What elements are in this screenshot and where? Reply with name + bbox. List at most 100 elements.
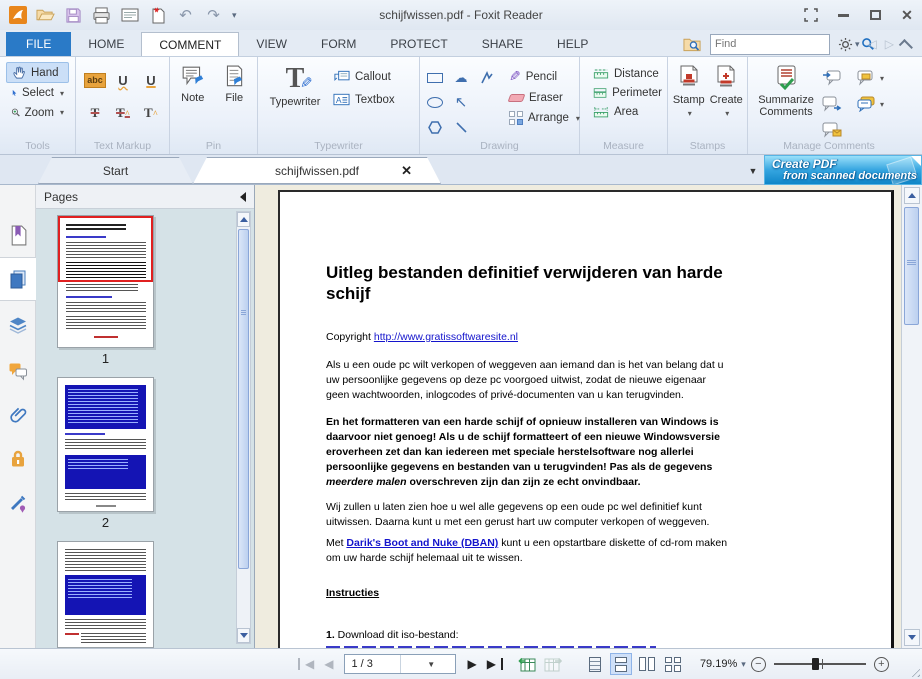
close-tab-icon[interactable]: ✕ xyxy=(401,163,412,179)
bookmarks-panel-icon[interactable] xyxy=(0,213,36,257)
first-page-button[interactable]: ◀ xyxy=(298,658,319,670)
current-view-indicator[interactable] xyxy=(58,216,153,282)
pages-panel-scrollbar[interactable] xyxy=(236,211,251,644)
callout-button[interactable]: Callout xyxy=(330,69,398,85)
cloud-shape-icon[interactable]: ☁ xyxy=(455,71,468,84)
zoom-dropdown-icon[interactable]: ▾ xyxy=(741,659,746,670)
doc-scrollbar-thumb[interactable] xyxy=(904,207,919,325)
tab-list-dropdown-icon[interactable]: ▼ xyxy=(744,163,762,179)
attachments-panel-icon[interactable] xyxy=(0,393,36,437)
distance-button[interactable]: Distance xyxy=(590,67,665,81)
highlight-text-icon[interactable]: abc xyxy=(84,73,106,88)
page-thumbnail-1[interactable] xyxy=(57,215,154,348)
find-previous-icon[interactable]: ◁ xyxy=(868,37,877,51)
panel-scroll-up-icon[interactable] xyxy=(237,212,250,227)
tab-help[interactable]: HELP xyxy=(540,32,605,56)
page-thumbnail-2[interactable] xyxy=(57,377,154,512)
redo-icon[interactable]: ↷ xyxy=(204,6,223,25)
oval-shape-icon[interactable] xyxy=(427,97,443,108)
export-comments-icon[interactable] xyxy=(822,96,842,112)
document-scrollbar[interactable] xyxy=(901,185,922,648)
tab-view[interactable]: VIEW xyxy=(239,32,304,56)
page-thumbnail-3[interactable] xyxy=(57,541,154,648)
single-page-view-button[interactable] xyxy=(584,653,606,675)
document-view[interactable]: Uitleg bestanden definitief verwijderen … xyxy=(254,185,922,648)
continuous-facing-view-button[interactable] xyxy=(662,653,684,675)
comments-panel-icon[interactable] xyxy=(0,349,36,393)
eraser-button[interactable]: Eraser xyxy=(506,91,583,105)
hand-tool-button[interactable]: Hand xyxy=(6,62,69,83)
new-document-icon[interactable] xyxy=(148,6,167,25)
stamp-button[interactable]: Stamp▾ xyxy=(670,61,708,138)
open-file-icon[interactable] xyxy=(36,6,55,25)
maximize-button[interactable] xyxy=(866,7,884,23)
arrow-shape-icon[interactable]: ↖ xyxy=(455,95,468,110)
polygon-shape-icon[interactable] xyxy=(428,121,442,134)
polyline-shape-icon[interactable] xyxy=(480,71,494,85)
create-pdf-banner[interactable]: Create PDF from scanned documents xyxy=(764,155,922,185)
tab-form[interactable]: FORM xyxy=(304,32,373,56)
import-comments-icon[interactable] xyxy=(822,70,842,86)
email-icon[interactable] xyxy=(120,6,139,25)
qat-customize-dropdown-icon[interactable]: ▾ xyxy=(232,10,237,21)
zoom-slider-handle[interactable] xyxy=(812,658,819,670)
fullscreen-icon[interactable] xyxy=(802,7,820,23)
next-view-button[interactable] xyxy=(543,655,563,673)
previous-page-button[interactable]: ◀ xyxy=(319,658,338,670)
panel-scrollbar-thumb[interactable] xyxy=(238,229,249,569)
note-button[interactable]: Note xyxy=(172,61,214,138)
typewriter-button[interactable]: T ✎ Typewriter xyxy=(260,61,330,138)
close-button[interactable]: ✕ xyxy=(898,7,916,23)
previous-view-button[interactable] xyxy=(517,655,537,673)
tab-file[interactable]: FILE xyxy=(6,32,71,56)
tab-schijfwissen[interactable]: schijfwissen.pdf✕ xyxy=(193,157,441,184)
line-shape-icon[interactable] xyxy=(455,121,468,134)
pages-panel-icon[interactable] xyxy=(0,257,36,301)
collapse-panel-icon[interactable] xyxy=(240,192,246,202)
arrange-button[interactable]: Arrange▾ xyxy=(506,110,583,126)
pencil-button[interactable]: ✎Pencil xyxy=(506,67,583,86)
save-icon[interactable] xyxy=(64,6,83,25)
security-panel-icon[interactable] xyxy=(0,437,36,481)
doc-scroll-down-icon[interactable] xyxy=(904,629,920,646)
find-next-icon[interactable]: ▷ xyxy=(885,37,894,51)
zoom-tool-button[interactable]: Zoom▾ xyxy=(6,103,69,122)
doc-scroll-up-icon[interactable] xyxy=(904,187,920,204)
find-options-button[interactable]: ▾ xyxy=(838,37,860,52)
textbox-button[interactable]: A Textbox xyxy=(330,92,398,107)
strikeout-text-icon[interactable]: T xyxy=(91,106,100,119)
dban-link[interactable]: Darik's Boot and Nuke (DBAN) xyxy=(346,537,498,549)
panel-scroll-down-icon[interactable] xyxy=(237,628,250,643)
foxit-logo-icon[interactable] xyxy=(8,6,27,25)
zoom-slider[interactable] xyxy=(774,663,866,665)
page-number-box[interactable]: 1 / 3 ▼ xyxy=(344,654,456,674)
undo-icon[interactable]: ↶ xyxy=(176,6,195,25)
next-page-button[interactable]: ▶ xyxy=(462,658,481,670)
page-box-dropdown-icon[interactable]: ▼ xyxy=(400,655,456,673)
resize-grip[interactable] xyxy=(908,665,920,677)
tab-home[interactable]: HOME xyxy=(71,32,141,56)
continuous-view-button[interactable] xyxy=(610,653,632,675)
comments-list-dropdown-icon[interactable]: ▾ xyxy=(856,70,884,86)
copyright-link[interactable]: http://www.gratissoftwaresite.nl xyxy=(374,331,518,343)
last-page-button[interactable]: ▶ xyxy=(482,658,503,670)
tab-protect[interactable]: PROTECT xyxy=(373,32,464,56)
select-tool-button[interactable]: Select▾ xyxy=(6,84,69,102)
perimeter-button[interactable]: Perimeter xyxy=(590,86,665,100)
summarize-comments-button[interactable]: Summarize Comments xyxy=(750,61,822,138)
find-in-files-icon[interactable] xyxy=(683,36,702,52)
file-attachment-button[interactable]: File xyxy=(214,61,256,138)
squiggly-underline-icon[interactable]: U xyxy=(118,74,127,87)
zoom-out-button[interactable]: − xyxy=(751,657,766,672)
insert-text-icon[interactable]: T^ xyxy=(144,106,158,119)
tab-comment[interactable]: COMMENT xyxy=(141,32,239,56)
rectangle-shape-icon[interactable] xyxy=(427,73,443,83)
layers-panel-icon[interactable] xyxy=(0,303,36,347)
tab-share[interactable]: SHARE xyxy=(465,32,540,56)
create-stamp-button[interactable]: Create▾ xyxy=(708,61,746,138)
zoom-level[interactable]: 79.19% xyxy=(700,658,737,670)
facing-view-button[interactable] xyxy=(636,653,658,675)
underline-text-icon[interactable]: U xyxy=(146,74,155,87)
area-button[interactable]: Area xyxy=(590,105,665,119)
zoom-in-button[interactable]: + xyxy=(874,657,889,672)
